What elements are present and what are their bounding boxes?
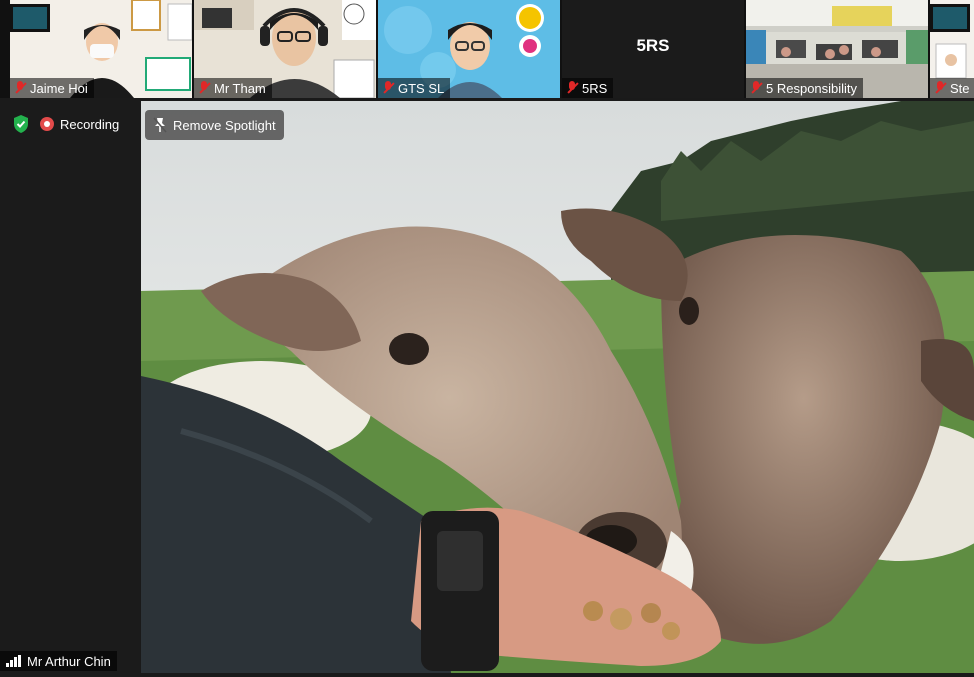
- active-speaker-name: Mr Arthur Chin: [27, 653, 111, 669]
- participant-tile-5rs[interactable]: 5RS 5RS: [562, 0, 744, 98]
- participant-name: Jaime Hoi: [30, 80, 88, 96]
- recording-icon: [40, 117, 54, 131]
- participant-tile-jaime-hoi[interactable]: Jaime Hoi: [10, 0, 192, 98]
- participant-name-tag: 5RS: [562, 78, 614, 98]
- participant-name: Ste: [950, 80, 970, 96]
- participant-strip: Jaime Hoi Mr Tham GTS SL 5RS 5RS 5 Respo…: [0, 0, 974, 98]
- mic-muted-icon: [382, 81, 394, 95]
- participant-video-off-label: 5RS: [636, 36, 670, 55]
- spotlight-video-frame: [141, 101, 974, 673]
- mic-muted-icon: [14, 81, 26, 95]
- participant-name-tag: GTS SL: [378, 78, 451, 98]
- participant-name: GTS SL: [398, 80, 445, 96]
- meeting-status-row: Recording: [12, 114, 119, 134]
- participant-name-tag: 5 Responsibility: [746, 78, 864, 98]
- left-rail: Recording Mr Arthur Chin: [0, 98, 140, 677]
- spotlight-video[interactable]: Remove Spotlight: [141, 101, 974, 673]
- shield-icon[interactable]: [12, 114, 30, 134]
- participant-name-tag: Ste: [930, 78, 974, 98]
- participant-tile-gts-sl[interactable]: GTS SL: [378, 0, 560, 98]
- recording-indicator[interactable]: Recording: [40, 117, 119, 132]
- participant-tile-5-responsibility[interactable]: 5 Responsibility: [746, 0, 928, 98]
- participant-name: 5RS: [582, 80, 608, 96]
- participant-name-tag: Jaime Hoi: [10, 78, 94, 98]
- remove-spotlight-label: Remove Spotlight: [173, 117, 276, 133]
- remove-spotlight-button[interactable]: Remove Spotlight: [145, 110, 284, 140]
- participant-name: Mr Tham: [214, 80, 266, 96]
- participant-name-tag: Mr Tham: [194, 78, 272, 98]
- mic-muted-icon: [566, 81, 578, 95]
- signal-strength-icon: [6, 655, 21, 667]
- mic-muted-icon: [934, 81, 946, 95]
- participant-tile-mr-tham[interactable]: Mr Tham: [194, 0, 376, 98]
- mic-muted-icon: [198, 81, 210, 95]
- active-speaker-tag: Mr Arthur Chin: [0, 651, 117, 671]
- participant-tile-ste[interactable]: Ste: [930, 0, 974, 98]
- participant-name: 5 Responsibility: [766, 80, 858, 96]
- pin-icon: [153, 117, 167, 133]
- recording-label: Recording: [60, 116, 120, 132]
- mic-muted-icon: [750, 81, 762, 95]
